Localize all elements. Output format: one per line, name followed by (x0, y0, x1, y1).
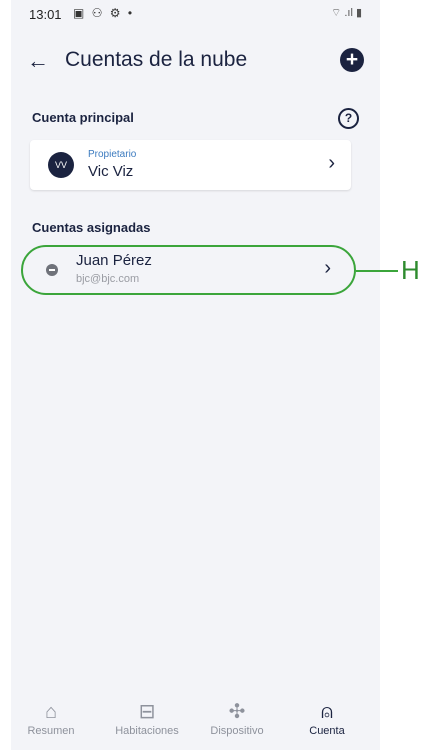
owner-name: Vic Viz (88, 163, 134, 180)
page-title: Cuentas de la nube (65, 48, 248, 71)
assigned-accounts-heading: Cuentas asignadas (32, 220, 151, 235)
owner-account-card[interactable]: VV Propietario Vic Viz › (30, 140, 351, 190)
nav-item-resumen[interactable]: ⌂ Resumen (11, 700, 91, 737)
chevron-right-icon: › (328, 152, 335, 174)
nav-label: Habitaciones (115, 725, 179, 737)
status-bar: 13:01 ▣ ⚇ ⚙ • ⌔ .ıl ▮ (11, 0, 380, 30)
home-icon: ⌂ (44, 701, 58, 723)
help-icon[interactable]: ? (338, 108, 359, 129)
nav-label: Cuenta (309, 725, 345, 737)
annotation-label: H (401, 255, 420, 285)
annotation-connector (356, 270, 398, 272)
owner-role-label: Propietario (88, 149, 137, 160)
signal-battery-icons: ⌔ .ıl ▮ (330, 7, 362, 19)
status-time: 13:01 (29, 7, 62, 22)
nav-item-dispositivo[interactable]: ✣ Dispositivo (197, 700, 277, 737)
app-bar: ← Cuentas de la nube + (11, 40, 380, 84)
person-icon: ⍝ (321, 701, 333, 723)
bottom-navigation: ⌂ Resumen ⊟ Habitaciones ✣ Dispositivo ⍝… (11, 700, 380, 750)
avatar: VV (48, 152, 74, 178)
back-arrow-icon[interactable]: ← (27, 48, 53, 74)
nav-label: Dispositivo (210, 725, 264, 737)
app-screen: 13:01 ▣ ⚇ ⚙ • ⌔ .ıl ▮ ← Cuentas de la nu… (11, 0, 380, 750)
nav-item-cuenta[interactable]: ⍝ Cuenta (287, 700, 367, 737)
sofa-icon: ⊟ (138, 701, 156, 723)
nav-label: Resumen (27, 725, 75, 737)
main-account-heading: Cuenta principal (32, 110, 134, 125)
annotation-highlight (21, 245, 356, 295)
notification-icons: ▣ ⚇ ⚙ • (73, 6, 135, 20)
nav-item-habitaciones[interactable]: ⊟ Habitaciones (107, 700, 187, 737)
fan-icon: ✣ (228, 701, 246, 723)
add-account-button[interactable]: + (340, 48, 364, 72)
